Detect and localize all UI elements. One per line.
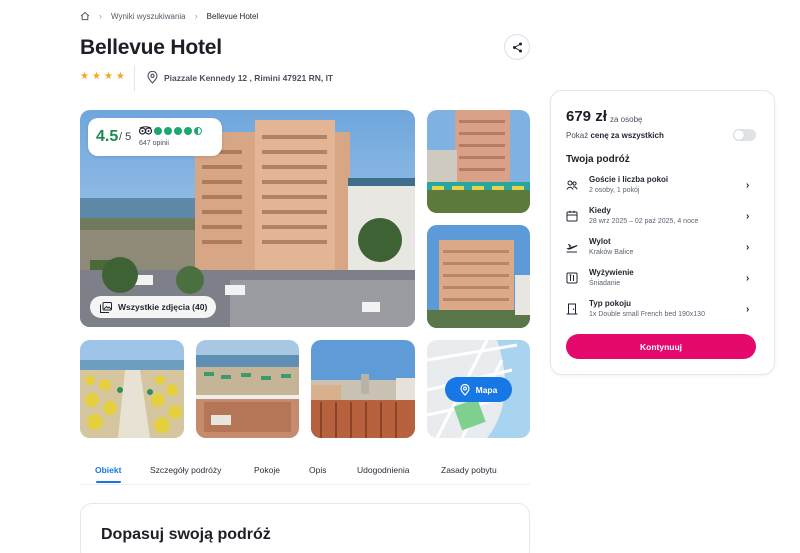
divider bbox=[134, 65, 135, 91]
price-unit: za osobę bbox=[610, 115, 643, 124]
hotel-stars: ★ ★ ★ ★ bbox=[80, 71, 125, 82]
breadcrumb: › Wyniki wyszukiwania › Bellevue Hotel bbox=[80, 11, 258, 21]
rating-bubble bbox=[184, 126, 192, 135]
balcony-view-photo[interactable] bbox=[196, 340, 299, 438]
chevron-right-icon: › bbox=[746, 211, 750, 222]
trip-title: Twoja podróż bbox=[566, 154, 630, 165]
share-icon bbox=[512, 42, 522, 52]
rating-card: 4.5 / 5 647 opinii bbox=[88, 118, 222, 156]
tab-object[interactable]: Obiekt bbox=[95, 465, 121, 475]
star-icon: ★ bbox=[115, 71, 125, 82]
total-price-label: Pokaż cenę za wszystkich bbox=[566, 131, 664, 140]
chevron-right-icon: › bbox=[746, 180, 750, 191]
trip-row-guests[interactable]: Goście i liczba pokoi 2 osoby, 1 pokój › bbox=[566, 175, 761, 201]
rating-bubble bbox=[174, 126, 182, 135]
row-value: 1x Double small French bed 190x130 bbox=[589, 311, 705, 318]
gallery-icon bbox=[100, 301, 112, 313]
trip-row-meals[interactable]: Wyżywienie Śniadanie › bbox=[566, 268, 761, 294]
row-value: Kraków Balice bbox=[589, 249, 634, 256]
tab-amenities[interactable]: Udogodnienia bbox=[357, 465, 409, 475]
rating-bubble bbox=[164, 126, 172, 135]
row-label: Wyżywienie bbox=[589, 268, 634, 277]
tab-stay-rules[interactable]: Zasady pobytu bbox=[441, 465, 497, 475]
trip-row-room-type[interactable]: Typ pokoju 1x Double small French bed 19… bbox=[566, 299, 761, 325]
rating-scale: / 5 bbox=[119, 131, 132, 143]
row-label: Wylot bbox=[589, 237, 611, 246]
row-label: Goście i liczba pokoi bbox=[589, 175, 669, 184]
calendar-icon bbox=[566, 210, 578, 222]
chevron-right-icon: › bbox=[746, 304, 750, 315]
row-value: Śniadanie bbox=[589, 280, 621, 287]
reviews-count[interactable]: 647 opinii bbox=[139, 140, 169, 147]
all-photos-label: Wszystkie zdjęcia (40) bbox=[118, 302, 208, 312]
row-label: Kiedy bbox=[589, 206, 611, 215]
breadcrumb-search-results[interactable]: Wyniki wyszukiwania bbox=[111, 12, 186, 21]
hotel-title: Bellevue Hotel bbox=[80, 36, 222, 59]
hotel-photo[interactable] bbox=[427, 110, 530, 213]
total-price-prefix: Pokaż bbox=[566, 131, 591, 140]
breadcrumb-separator: › bbox=[99, 11, 102, 21]
home-icon[interactable] bbox=[80, 11, 90, 21]
divider bbox=[80, 484, 530, 485]
star-icon: ★ bbox=[91, 71, 101, 82]
city-view-photo[interactable] bbox=[311, 340, 415, 438]
tab-rooms[interactable]: Pokoje bbox=[254, 465, 280, 475]
chevron-right-icon: › bbox=[746, 242, 750, 253]
price: 679 zł bbox=[566, 108, 607, 125]
row-value: 28 wrz 2025 – 02 paź 2025, 4 noce bbox=[589, 218, 699, 225]
booking-panel: 679 zł za osobę Pokaż cenę za wszystkich… bbox=[550, 90, 775, 375]
breadcrumb-current: Bellevue Hotel bbox=[206, 11, 259, 21]
total-price-bold: cenę za wszystkich bbox=[590, 131, 664, 140]
address-text: Piazzale Kennedy 12 , Rimini 47921 RN, I… bbox=[164, 72, 334, 83]
location-pin-icon bbox=[147, 71, 158, 84]
trip-row-departure[interactable]: Wylot Kraków Balice › bbox=[566, 237, 761, 263]
tripadvisor-rating bbox=[139, 126, 202, 135]
total-price-toggle[interactable] bbox=[733, 129, 756, 141]
hotel-photo[interactable] bbox=[427, 225, 530, 328]
hotel-address[interactable]: Piazzale Kennedy 12 , Rimini 47921 RN, I… bbox=[147, 71, 333, 84]
star-icon: ★ bbox=[80, 71, 89, 82]
tab-description[interactable]: Opis bbox=[309, 465, 326, 475]
trip-row-dates[interactable]: Kiedy 28 wrz 2025 – 02 paź 2025, 4 noce … bbox=[566, 206, 761, 232]
map-button[interactable]: Mapa bbox=[445, 377, 512, 402]
customize-trip-card: Dopasuj swoją podróż bbox=[80, 503, 530, 553]
share-button[interactable] bbox=[504, 34, 530, 60]
row-value: 2 osoby, 1 pokój bbox=[589, 187, 640, 194]
star-icon: ★ bbox=[103, 71, 113, 82]
row-label: Typ pokoju bbox=[589, 299, 632, 308]
continue-button[interactable]: Kontynuuj bbox=[566, 334, 756, 359]
rating-bubble-half bbox=[194, 126, 202, 135]
active-tab-indicator bbox=[96, 481, 121, 483]
toggle-knob bbox=[734, 130, 744, 140]
location-pin-icon bbox=[460, 383, 470, 396]
guests-icon bbox=[566, 180, 578, 190]
meal-icon bbox=[566, 272, 578, 284]
rating-score: 4.5 bbox=[96, 128, 119, 145]
breadcrumb-separator: › bbox=[194, 11, 198, 21]
all-photos-button[interactable]: Wszystkie zdjęcia (40) bbox=[90, 296, 217, 318]
rating-bubble bbox=[154, 126, 162, 135]
map-label: Mapa bbox=[475, 384, 498, 395]
chevron-right-icon: › bbox=[746, 273, 750, 284]
room-icon bbox=[566, 303, 578, 315]
customize-trip-title: Dopasuj swoją podróż bbox=[101, 526, 271, 543]
beach-photo[interactable] bbox=[80, 340, 184, 438]
plane-icon bbox=[566, 244, 578, 253]
tripadvisor-owl-icon bbox=[139, 126, 152, 135]
tab-trip-details[interactable]: Szczegóły podróży bbox=[150, 465, 221, 475]
